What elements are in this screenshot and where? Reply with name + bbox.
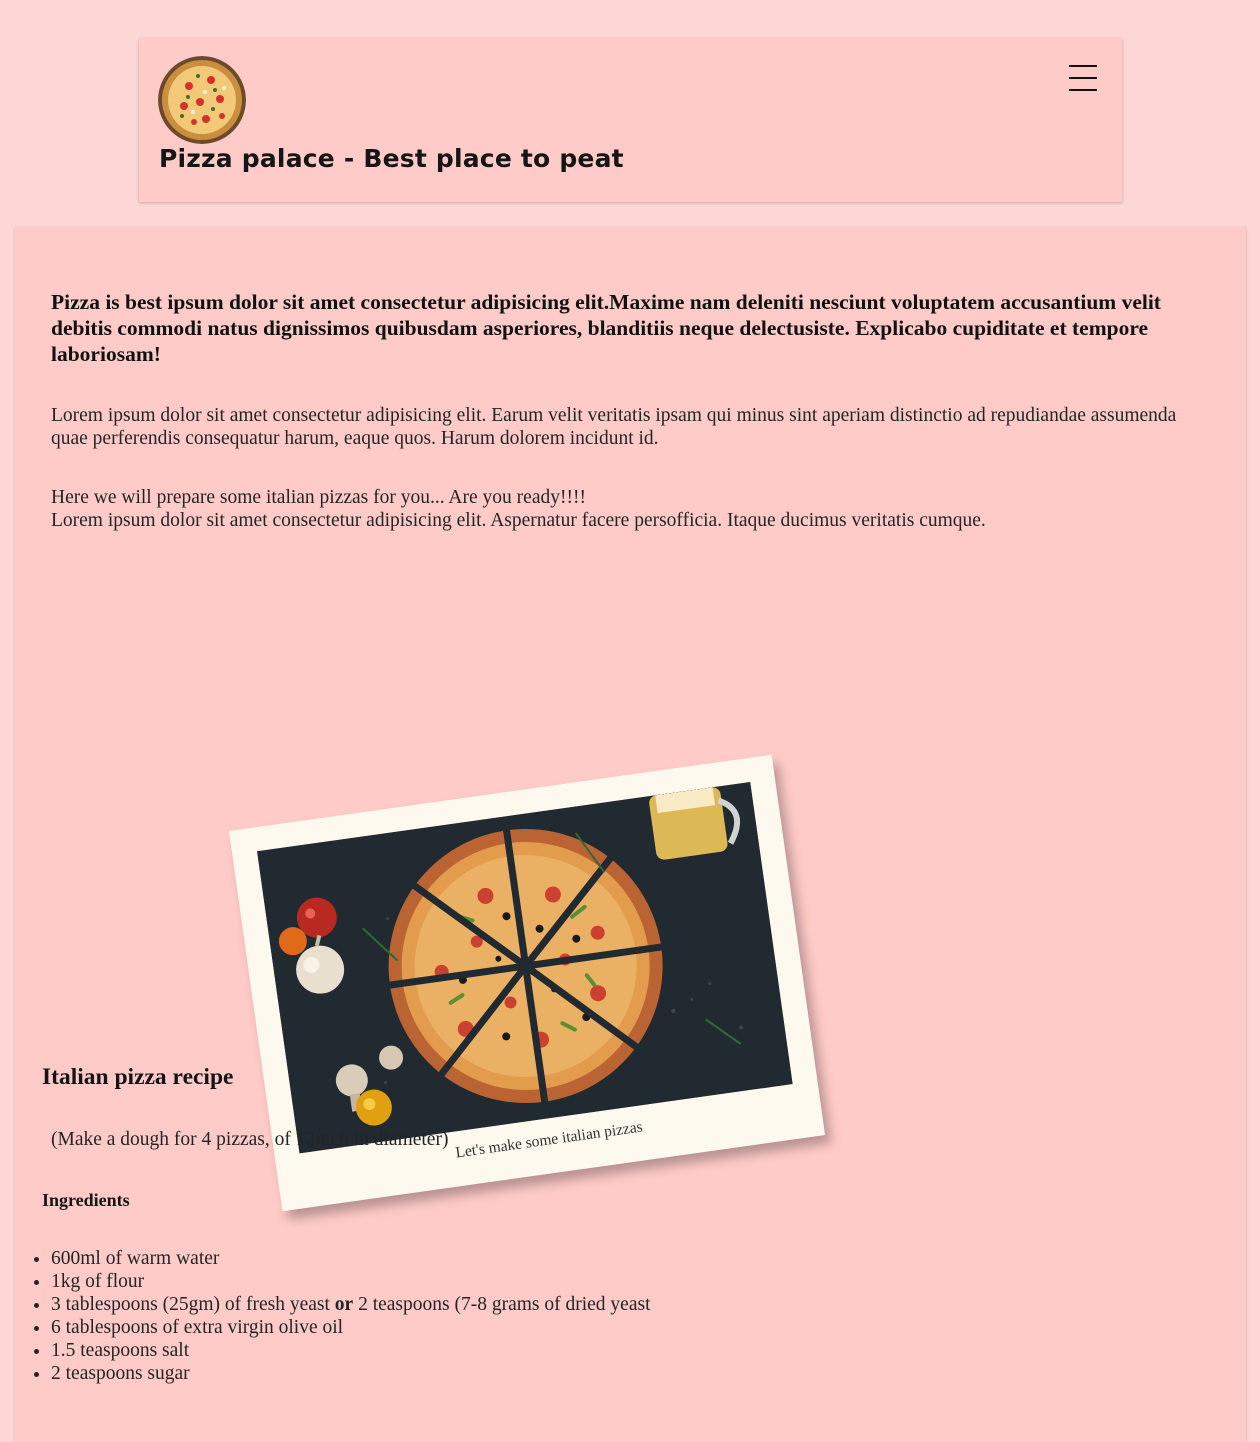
ingredient-bold-text: or	[334, 1294, 354, 1316]
ingredients-title: Ingredients	[42, 1190, 130, 1210]
pizza-logo-icon[interactable]	[158, 56, 246, 144]
ingredient-item: 600ml of warm water	[51, 1247, 651, 1270]
ingredients-list: 600ml of warm water 1kg of flour 3 table…	[15, 1247, 651, 1386]
ingredient-item: 1.5 teaspoons salt	[51, 1339, 651, 1362]
ingredient-item: 1kg of flour	[51, 1270, 651, 1293]
hamburger-menu-icon[interactable]	[1068, 64, 1100, 94]
site-header: Pizza palace - Best place to peat	[139, 38, 1122, 202]
pizza-photo	[257, 781, 793, 1154]
ingredient-item: 3 tablespoons (25gm) of fresh yeast or 2…	[51, 1293, 651, 1316]
dough-note: (Make a dough for 4 pizzas, of 12inch in…	[51, 1129, 449, 1150]
intro-paragraph: Lorem ipsum dolor sit amet consectetur a…	[51, 405, 1177, 449]
ingredient-text: 3 tablespoons (25gm) of fresh yeast	[51, 1294, 335, 1316]
ingredient-item: 6 tablespoons of extra virgin olive oil	[51, 1316, 651, 1339]
ingredient-text: 2 teaspoons (7-8 grams of dried yeast	[353, 1294, 651, 1316]
recipe-title: Italian pizza recipe	[42, 1064, 234, 1090]
main-card: Pizza is best ipsum dolor sit amet conse…	[15, 227, 1246, 1442]
lead-paragraph: Pizza is best ipsum dolor sit amet conse…	[51, 290, 1161, 366]
site-title: Pizza palace - Best place to peat	[159, 144, 624, 173]
ready-paragraph: Here we will prepare some italian pizzas…	[51, 486, 1216, 532]
ready-line: Here we will prepare some italian pizzas…	[51, 487, 586, 508]
lorem-line: Lorem ipsum dolor sit amet consectetur a…	[51, 510, 986, 531]
ingredient-item: 2 teaspoons sugar	[51, 1362, 651, 1385]
